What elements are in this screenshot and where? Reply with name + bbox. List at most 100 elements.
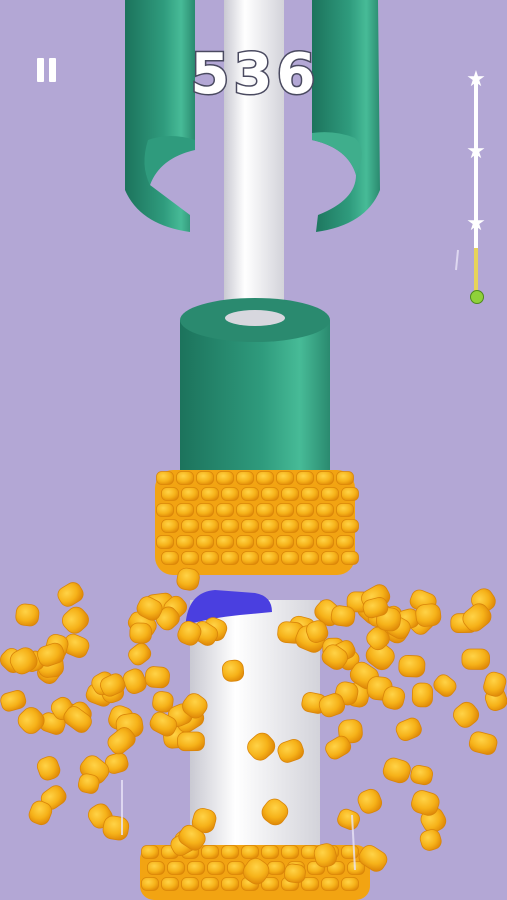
star-icon: ★ [466, 139, 486, 164]
corn-kernel [281, 487, 299, 501]
corn-kernel [267, 861, 285, 875]
corn-kernel [281, 551, 299, 565]
corn-kernel [276, 503, 294, 517]
corn-kernel [241, 551, 259, 565]
corn-kernel [357, 788, 383, 814]
corn-kernel [156, 535, 174, 549]
corn-kernel [341, 487, 359, 501]
corn-kernel [201, 551, 219, 565]
corn-kernel [236, 503, 254, 517]
corn-kernel [221, 519, 239, 533]
corn-kernel [336, 503, 354, 517]
score-display: 536 [189, 41, 320, 109]
corn-kernel [301, 551, 319, 565]
corn-kernel [261, 845, 279, 859]
corn-kernel [176, 535, 194, 549]
corn-kernel [336, 471, 354, 485]
corn-kernel [419, 829, 442, 851]
corn-kernel [0, 690, 27, 712]
star-icon: ★ [466, 67, 486, 92]
corn-kernel [216, 535, 234, 549]
corn-kernel [261, 551, 279, 565]
corn-kernel [201, 519, 219, 533]
corn-kernel [144, 666, 170, 689]
corn-kernel [161, 877, 179, 891]
corn-kernel [256, 503, 274, 517]
game-scene[interactable] [0, 0, 507, 900]
corn-kernel [301, 519, 319, 533]
progress-marker [470, 290, 484, 304]
corn-kernel [161, 551, 179, 565]
corn-kernel [321, 487, 339, 501]
corn-kernel [227, 861, 245, 875]
corn-kernel [176, 503, 194, 517]
corn-kernel [453, 701, 480, 728]
corn-kernel [201, 845, 219, 859]
corn-kernel [410, 765, 434, 786]
pause-button[interactable] [34, 56, 60, 86]
corn-kernel [141, 845, 159, 859]
corn-kernel [337, 808, 360, 830]
corn-kernel [181, 877, 199, 891]
corn-kernel [221, 877, 239, 891]
corn-kernel [415, 603, 442, 627]
corn-kernel [221, 659, 245, 682]
corn-kernel [221, 487, 239, 501]
corn-kernel [102, 815, 130, 841]
corn-kernel [221, 551, 239, 565]
corn-kernel [468, 731, 498, 755]
corn-kernel [316, 535, 334, 549]
corn-kernel [321, 519, 339, 533]
corn-kernel [296, 535, 314, 549]
corn-kernel [395, 717, 422, 742]
corn-kernel [433, 674, 457, 697]
corn-kernel [330, 605, 356, 627]
corn-ring [155, 470, 359, 575]
corn-kernel [177, 731, 205, 752]
corn-kernel [241, 519, 259, 533]
corn-kernel [207, 861, 225, 875]
corn-kernel [167, 861, 185, 875]
corn-kernel [122, 668, 147, 694]
pause-icon-bar [49, 58, 56, 82]
corn-kernel [61, 606, 89, 634]
corn-kernel [129, 622, 152, 644]
corn-kernel [398, 655, 426, 678]
corn-kernel [176, 471, 194, 485]
corn-kernel [341, 845, 359, 859]
corn-kernel [296, 471, 314, 485]
corn-kernel [196, 471, 214, 485]
corn-kernel [241, 845, 259, 859]
corn-kernel [411, 682, 434, 708]
corn-kernel [316, 503, 334, 517]
corn-kernel [241, 487, 259, 501]
corn-kernel [201, 487, 219, 501]
corn-kernel [341, 519, 359, 533]
corn-kernel [156, 471, 174, 485]
corn-kernel [161, 519, 179, 533]
corn-kernel [128, 642, 152, 666]
corn-kernel [181, 551, 199, 565]
corn-kernel [461, 648, 490, 670]
ring-obstacle [180, 298, 330, 475]
corn-kernel [256, 471, 274, 485]
corn-kernel [276, 535, 294, 549]
corn-kernel [196, 535, 214, 549]
progress-fill [474, 248, 478, 296]
corn-kernel [382, 757, 411, 784]
corn-kernel [221, 845, 239, 859]
corn-kernel [316, 471, 334, 485]
corn-kernel [36, 756, 61, 781]
corn-kernel [236, 535, 254, 549]
corn-kernel [181, 487, 199, 501]
corn-kernel [141, 877, 159, 891]
pause-icon [37, 58, 44, 82]
corn-kernel [281, 519, 299, 533]
corn-kernel [341, 877, 359, 891]
corn-kernel [321, 877, 339, 891]
corn-kernel [336, 535, 354, 549]
corn-kernel [256, 535, 274, 549]
level-progress-bar: ★ ★ ★ [458, 66, 494, 306]
corn-kernel [341, 551, 359, 565]
corn-kernel [321, 551, 339, 565]
